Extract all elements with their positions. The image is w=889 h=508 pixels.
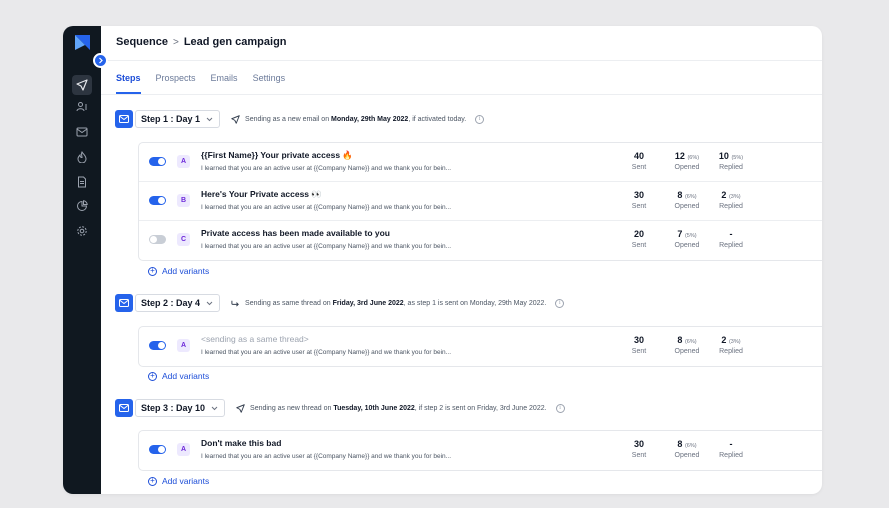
tab-prospects[interactable]: Prospects (156, 73, 196, 83)
paper-plane-icon (230, 114, 240, 124)
variant-row[interactable]: A {{First Name}} Your private access 🔥 I… (139, 143, 822, 182)
chevron-down-icon (204, 114, 214, 124)
stat-opened: 12 (6%) Opened (674, 151, 700, 171)
plus-circle-icon: + (148, 371, 157, 381)
variant-badge: A (177, 155, 190, 168)
variant-row[interactable]: C Private access has been made available… (139, 221, 822, 260)
stat-sent: 30 Sent (631, 335, 647, 355)
variant-subject: Here's Your Private access 👀 (201, 189, 322, 199)
breadcrumb-current: Lead gen campaign (183, 36, 287, 48)
header-divider (101, 60, 822, 61)
step-header: Step 2 : Day 4 Sending as same thread on… (115, 294, 565, 312)
add-variants-label: Add variants (162, 371, 210, 381)
stat-replied: - Replied (719, 229, 743, 249)
info-icon[interactable]: i (555, 403, 565, 413)
step-label: Step 1 : Day 1 (141, 114, 201, 124)
chevron-down-icon (204, 298, 214, 308)
variants-card: A <sending as a same thread> I learned t… (138, 326, 822, 367)
plus-circle-icon: + (148, 476, 157, 486)
mail-check-icon[interactable] (74, 124, 90, 140)
step-schedule-text: Sending as a new email on Monday, 29th M… (245, 115, 467, 123)
stat-opened: 8 (6%) Opened (674, 335, 700, 355)
chevron-down-icon (209, 403, 219, 413)
variant-badge: A (177, 339, 190, 352)
add-variants-button[interactable]: + Add variants (148, 266, 209, 276)
variant-badge: A (177, 443, 190, 456)
step-day-dropdown[interactable]: Step 3 : Day 10 (135, 399, 226, 417)
variant-toggle[interactable] (149, 341, 166, 350)
flame-icon[interactable] (74, 149, 90, 165)
stat-opened: 8 (6%) Opened (674, 190, 700, 210)
add-variants-label: Add variants (162, 476, 210, 486)
stat-sent: 30 Sent (631, 190, 647, 210)
variant-toggle[interactable] (149, 196, 166, 205)
variant-toggle[interactable] (149, 235, 166, 244)
stat-replied: 2 (3%) Replied (719, 190, 743, 210)
variant-toggle[interactable] (149, 157, 166, 166)
mail-icon (115, 399, 133, 417)
breadcrumb-root[interactable]: Sequence (116, 36, 168, 48)
stat-sent: 20 Sent (631, 229, 647, 249)
breadcrumb: Sequence > Lead gen campaign (116, 36, 287, 48)
main-content: Sequence > Lead gen campaign Steps Prosp… (101, 26, 822, 494)
variant-subject: <sending as a same thread> (201, 334, 309, 344)
info-icon[interactable]: i (475, 114, 485, 124)
variant-subject: Don't make this bad (201, 438, 282, 448)
step-header: Step 1 : Day 1 Sending as a new email on… (115, 110, 485, 128)
step-schedule-text: Sending as same thread on Friday, 3rd Ju… (245, 299, 547, 307)
variant-preview: I learned that you are an active user at… (201, 243, 452, 250)
info-icon[interactable]: i (555, 298, 565, 308)
variant-toggle[interactable] (149, 445, 166, 454)
sidebar (63, 26, 101, 494)
stat-replied: 10 (5%) Replied (718, 151, 744, 171)
variant-subject: Private access has been made available t… (201, 228, 390, 238)
variant-preview: I learned that you are an active user at… (201, 204, 452, 211)
app-window: Sequence > Lead gen campaign Steps Prosp… (63, 26, 822, 494)
stat-replied: - Replied (719, 439, 743, 459)
tabs-divider (101, 94, 822, 95)
mail-icon (115, 294, 133, 312)
tab-steps[interactable]: Steps (116, 73, 141, 83)
step-label: Step 3 : Day 10 (141, 403, 206, 413)
step-schedule-text: Sending as new thread on Tuesday, 10th J… (250, 404, 547, 412)
variant-subject: {{First Name}} Your private access 🔥 (201, 150, 354, 160)
tab-bar: Steps Prospects Emails Settings (116, 73, 285, 83)
tab-emails[interactable]: Emails (211, 73, 238, 83)
variant-badge: C (177, 233, 190, 246)
stat-sent: 40 Sent (631, 151, 647, 171)
variant-preview: I learned that you are an active user at… (201, 165, 452, 172)
variant-row[interactable]: B Here's Your Private access 👀 I learned… (139, 182, 822, 221)
variant-row[interactable]: A Don't make this bad I learned that you… (139, 431, 822, 470)
variants-card: A {{First Name}} Your private access 🔥 I… (138, 142, 822, 261)
document-icon[interactable] (74, 174, 90, 190)
users-icon[interactable] (74, 99, 90, 115)
add-variants-button[interactable]: + Add variants (148, 476, 209, 486)
step-day-dropdown[interactable]: Step 2 : Day 4 (135, 294, 221, 312)
plus-circle-icon: + (148, 266, 157, 276)
step-day-dropdown[interactable]: Step 1 : Day 1 (135, 110, 221, 128)
send-icon[interactable] (72, 75, 92, 95)
gear-icon[interactable] (74, 223, 90, 239)
variants-card: A Don't make this bad I learned that you… (138, 430, 822, 471)
add-variants-label: Add variants (162, 266, 210, 276)
step-header: Step 3 : Day 10 Sending as new thread on… (115, 399, 565, 417)
step-label: Step 2 : Day 4 (141, 298, 201, 308)
variant-row[interactable]: A <sending as a same thread> I learned t… (139, 327, 822, 366)
stat-opened: 8 (6%) Opened (674, 439, 700, 459)
stat-replied: 2 (3%) Replied (719, 335, 743, 355)
tab-settings[interactable]: Settings (253, 73, 286, 83)
pie-chart-icon[interactable] (74, 198, 90, 214)
variant-badge: B (177, 194, 190, 207)
variant-preview: I learned that you are an active user at… (201, 349, 452, 356)
stat-opened: 7 (5%) Opened (674, 229, 700, 249)
mail-icon (115, 110, 133, 128)
stat-sent: 30 Sent (631, 439, 647, 459)
app-logo[interactable] (73, 33, 92, 52)
expand-sidebar-button[interactable] (93, 53, 108, 68)
variant-preview: I learned that you are an active user at… (201, 453, 452, 460)
reply-arrow-icon (230, 298, 240, 308)
paper-plane-icon (235, 403, 245, 413)
breadcrumb-separator: > (172, 36, 179, 48)
add-variants-button[interactable]: + Add variants (148, 371, 209, 381)
